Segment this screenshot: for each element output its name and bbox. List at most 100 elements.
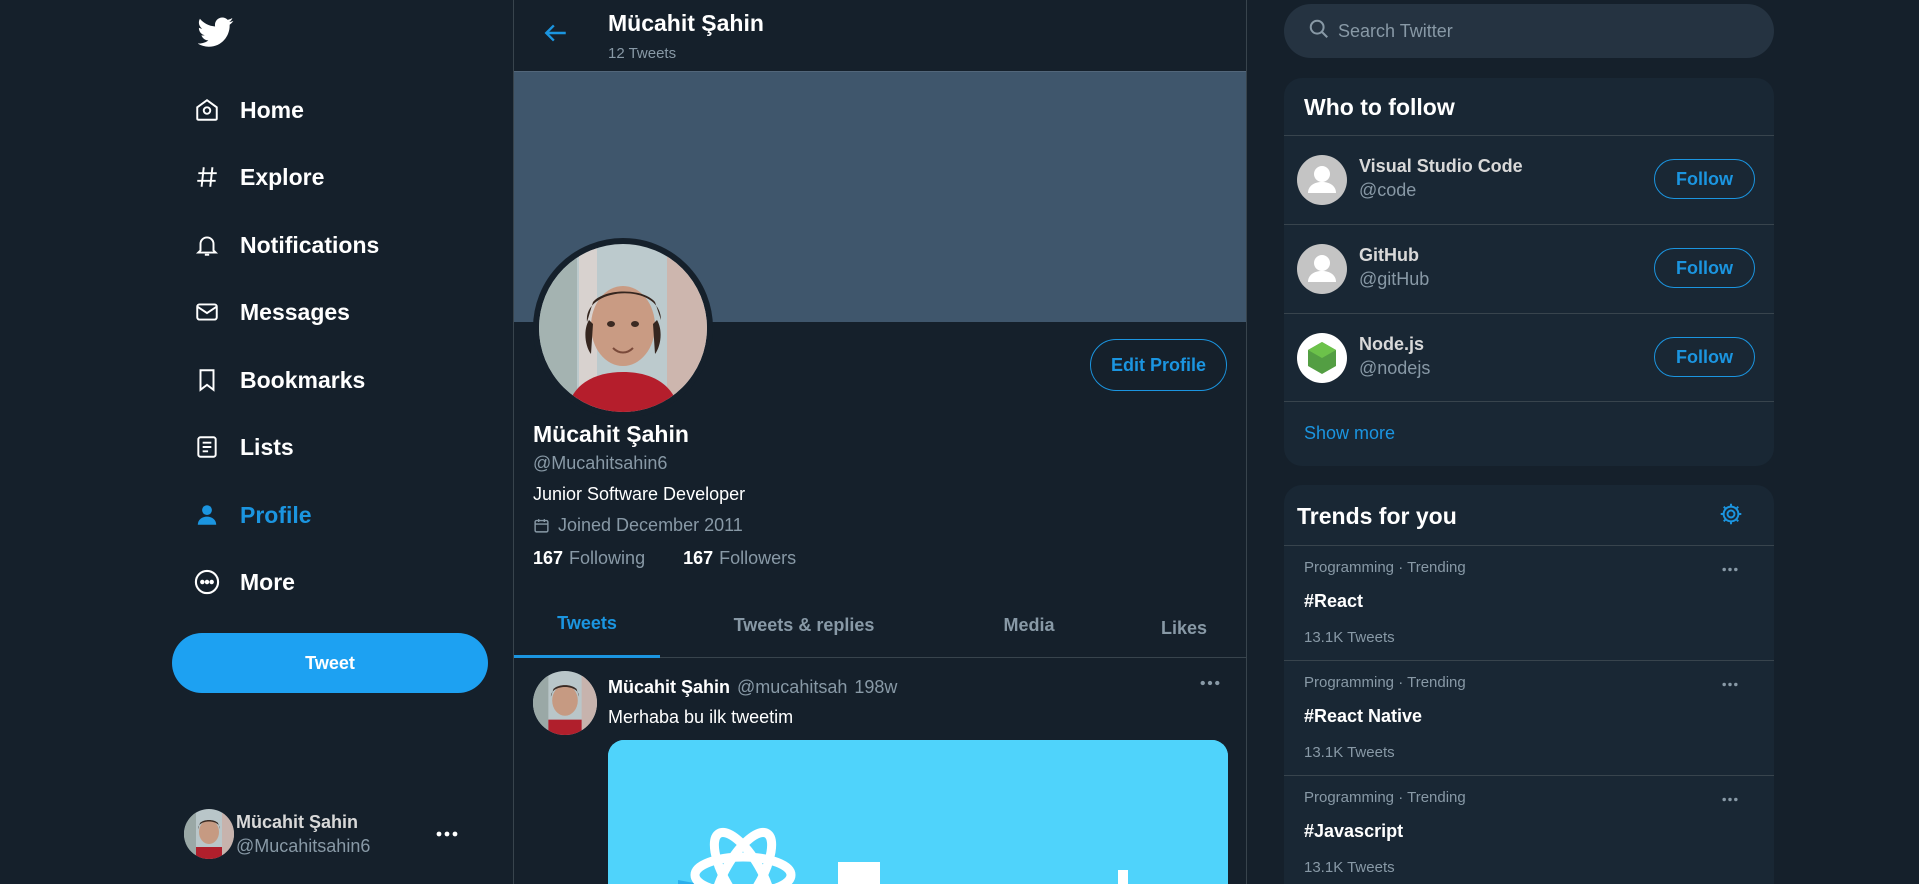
suggestion-handle: @nodejs <box>1359 358 1431 378</box>
profile-stats: 167 Following 167 Followers <box>533 548 834 569</box>
nav-explore[interactable]: Explore <box>172 152 324 202</box>
profile-joined: Joined December 2011 <box>533 515 743 536</box>
nav-label: Bookmarks <box>240 366 366 393</box>
default-avatar-icon[interactable] <box>1297 155 1347 205</box>
nav-label: Home <box>240 96 304 123</box>
more-dots-icon[interactable] <box>1722 674 1738 692</box>
avatar <box>184 809 234 859</box>
tweet[interactable]: Mücahit Şahin @mucahitsah 198w Merhaba b… <box>514 659 1246 884</box>
nav-label: Explore <box>240 163 325 190</box>
follow-button[interactable]: Follow <box>1654 159 1755 199</box>
trend-item[interactable]: Programming · Trending #React Native 13.… <box>1284 660 1774 775</box>
nav-bookmarks[interactable]: Bookmarks <box>172 355 365 405</box>
account-name: Mücahit Şahin <box>236 812 359 832</box>
suggestion-handle: @code <box>1359 180 1417 200</box>
header-name: Mücahit Şahin <box>608 10 764 36</box>
envelope-icon <box>192 297 222 327</box>
more-dots-icon[interactable] <box>1200 673 1220 691</box>
home-icon <box>192 95 222 125</box>
show-more-link[interactable]: Show more <box>1304 423 1395 444</box>
profile-column: Mücahit Şahin 12 Tweets Edit Profile Müc… <box>513 0 1247 884</box>
follow-button[interactable]: Follow <box>1654 337 1755 377</box>
follow-suggestion[interactable]: Node.js @nodejs Follow <box>1284 313 1774 401</box>
tweet-author-name[interactable]: Mücahit Şahin <box>608 677 730 697</box>
trends-title: Trends for you <box>1297 503 1457 529</box>
tweet-meta: Mücahit Şahin @mucahitsah 198w <box>608 677 897 698</box>
suggestion-name: Visual Studio Code <box>1359 156 1523 176</box>
trend-tag: #Javascript <box>1304 821 1404 841</box>
twitter-bird-icon[interactable] <box>197 14 234 50</box>
tab-tweets-replies[interactable]: Tweets & replies <box>694 592 914 658</box>
tab-tweets[interactable]: Tweets <box>514 592 660 658</box>
suggestion-handle: @gitHub <box>1359 269 1430 289</box>
trend-tag: #React Native <box>1304 706 1423 726</box>
tweet-author-handle: @mucahitsah <box>737 677 848 697</box>
nodejs-logo-icon[interactable] <box>1297 333 1347 383</box>
more-circle-icon <box>192 567 222 597</box>
nav-label: Lists <box>240 433 294 460</box>
profile-handle: @Mucahitsahin6 <box>533 453 668 473</box>
bell-icon <box>192 230 222 260</box>
nav-label: Notifications <box>240 231 380 258</box>
joined-text: Joined December 2011 <box>558 515 743 535</box>
trend-category: Programming · Trending <box>1304 674 1466 691</box>
search-box[interactable] <box>1284 4 1774 58</box>
nav-label: More <box>240 568 295 595</box>
search-input[interactable] <box>1338 20 1758 42</box>
profile-tabs: Tweets Tweets & replies Media Likes <box>514 592 1246 658</box>
follow-suggestion[interactable]: GitHub @gitHub Follow <box>1284 224 1774 312</box>
nav-more[interactable]: More <box>172 557 295 607</box>
follow-suggestion[interactable]: Visual Studio Code @code Follow <box>1284 135 1774 223</box>
profile-avatar[interactable] <box>533 238 713 418</box>
tweet-image[interactable] <box>608 740 1228 884</box>
nav-label: Messages <box>240 298 350 325</box>
tab-likes[interactable]: Likes <box>1124 592 1244 658</box>
nav-lists[interactable]: Lists <box>172 422 294 472</box>
nav-label: Profile <box>240 501 312 528</box>
nav-profile[interactable]: Profile <box>172 490 312 540</box>
followers-link[interactable]: 167 Followers <box>683 548 796 569</box>
trend-category: Programming · Trending <box>1304 559 1466 576</box>
profile-bio: Junior Software Developer <box>533 484 746 504</box>
following-link[interactable]: 167 Following <box>533 548 645 569</box>
more-dots-icon[interactable] <box>436 824 458 842</box>
trend-count: 13.1K Tweets <box>1304 859 1395 876</box>
nav-notifications[interactable]: Notifications <box>172 220 379 270</box>
nav-messages[interactable]: Messages <box>172 287 350 337</box>
left-sidebar: Home Explore Notifications Messages Book… <box>172 0 502 884</box>
bookmark-icon <box>192 365 222 395</box>
tab-media[interactable]: Media <box>954 592 1104 658</box>
tweet-button[interactable]: Tweet <box>172 633 488 693</box>
trend-item[interactable]: Programming · Trending #Javascript 13.1K… <box>1284 775 1774 884</box>
nav-home[interactable]: Home <box>172 85 304 135</box>
search-icon <box>1308 18 1330 45</box>
follow-button[interactable]: Follow <box>1654 248 1755 288</box>
trend-category: Programming · Trending <box>1304 789 1466 806</box>
edit-profile-button[interactable]: Edit Profile <box>1090 339 1227 391</box>
back-arrow-icon[interactable] <box>540 17 572 49</box>
account-switcher[interactable]: Mücahit Şahin @Mucahitsahin6 <box>184 806 484 862</box>
more-dots-icon[interactable] <box>1722 559 1738 577</box>
tweet-time: 198w <box>854 677 898 697</box>
more-dots-icon[interactable] <box>1722 789 1738 807</box>
avatar[interactable] <box>533 671 597 735</box>
trend-count: 13.1K Tweets <box>1304 629 1395 646</box>
hashtag-icon <box>192 162 222 192</box>
trends-panel: Trends for you Programming · Trending #R… <box>1284 485 1774 884</box>
trend-item[interactable]: Programming · Trending #React 13.1K Twee… <box>1284 545 1774 660</box>
trend-tag: #React <box>1304 591 1364 611</box>
default-avatar-icon[interactable] <box>1297 244 1347 294</box>
trend-count: 13.1K Tweets <box>1304 744 1395 761</box>
suggestion-name: Node.js <box>1359 334 1425 354</box>
tweet-text: Merhaba bu ilk tweetim <box>608 707 794 727</box>
gear-icon[interactable] <box>1718 501 1744 532</box>
suggestion-name: GitHub <box>1359 245 1419 265</box>
calendar-icon <box>533 517 550 534</box>
who-to-follow-panel: Who to follow Visual Studio Code @code F… <box>1284 78 1774 466</box>
divider <box>1284 401 1774 402</box>
person-icon <box>192 500 222 530</box>
who-to-follow-title: Who to follow <box>1304 94 1455 120</box>
header-tweet-count: 12 Tweets <box>608 45 677 62</box>
account-handle: @Mucahitsahin6 <box>236 836 371 856</box>
list-icon <box>192 432 222 462</box>
